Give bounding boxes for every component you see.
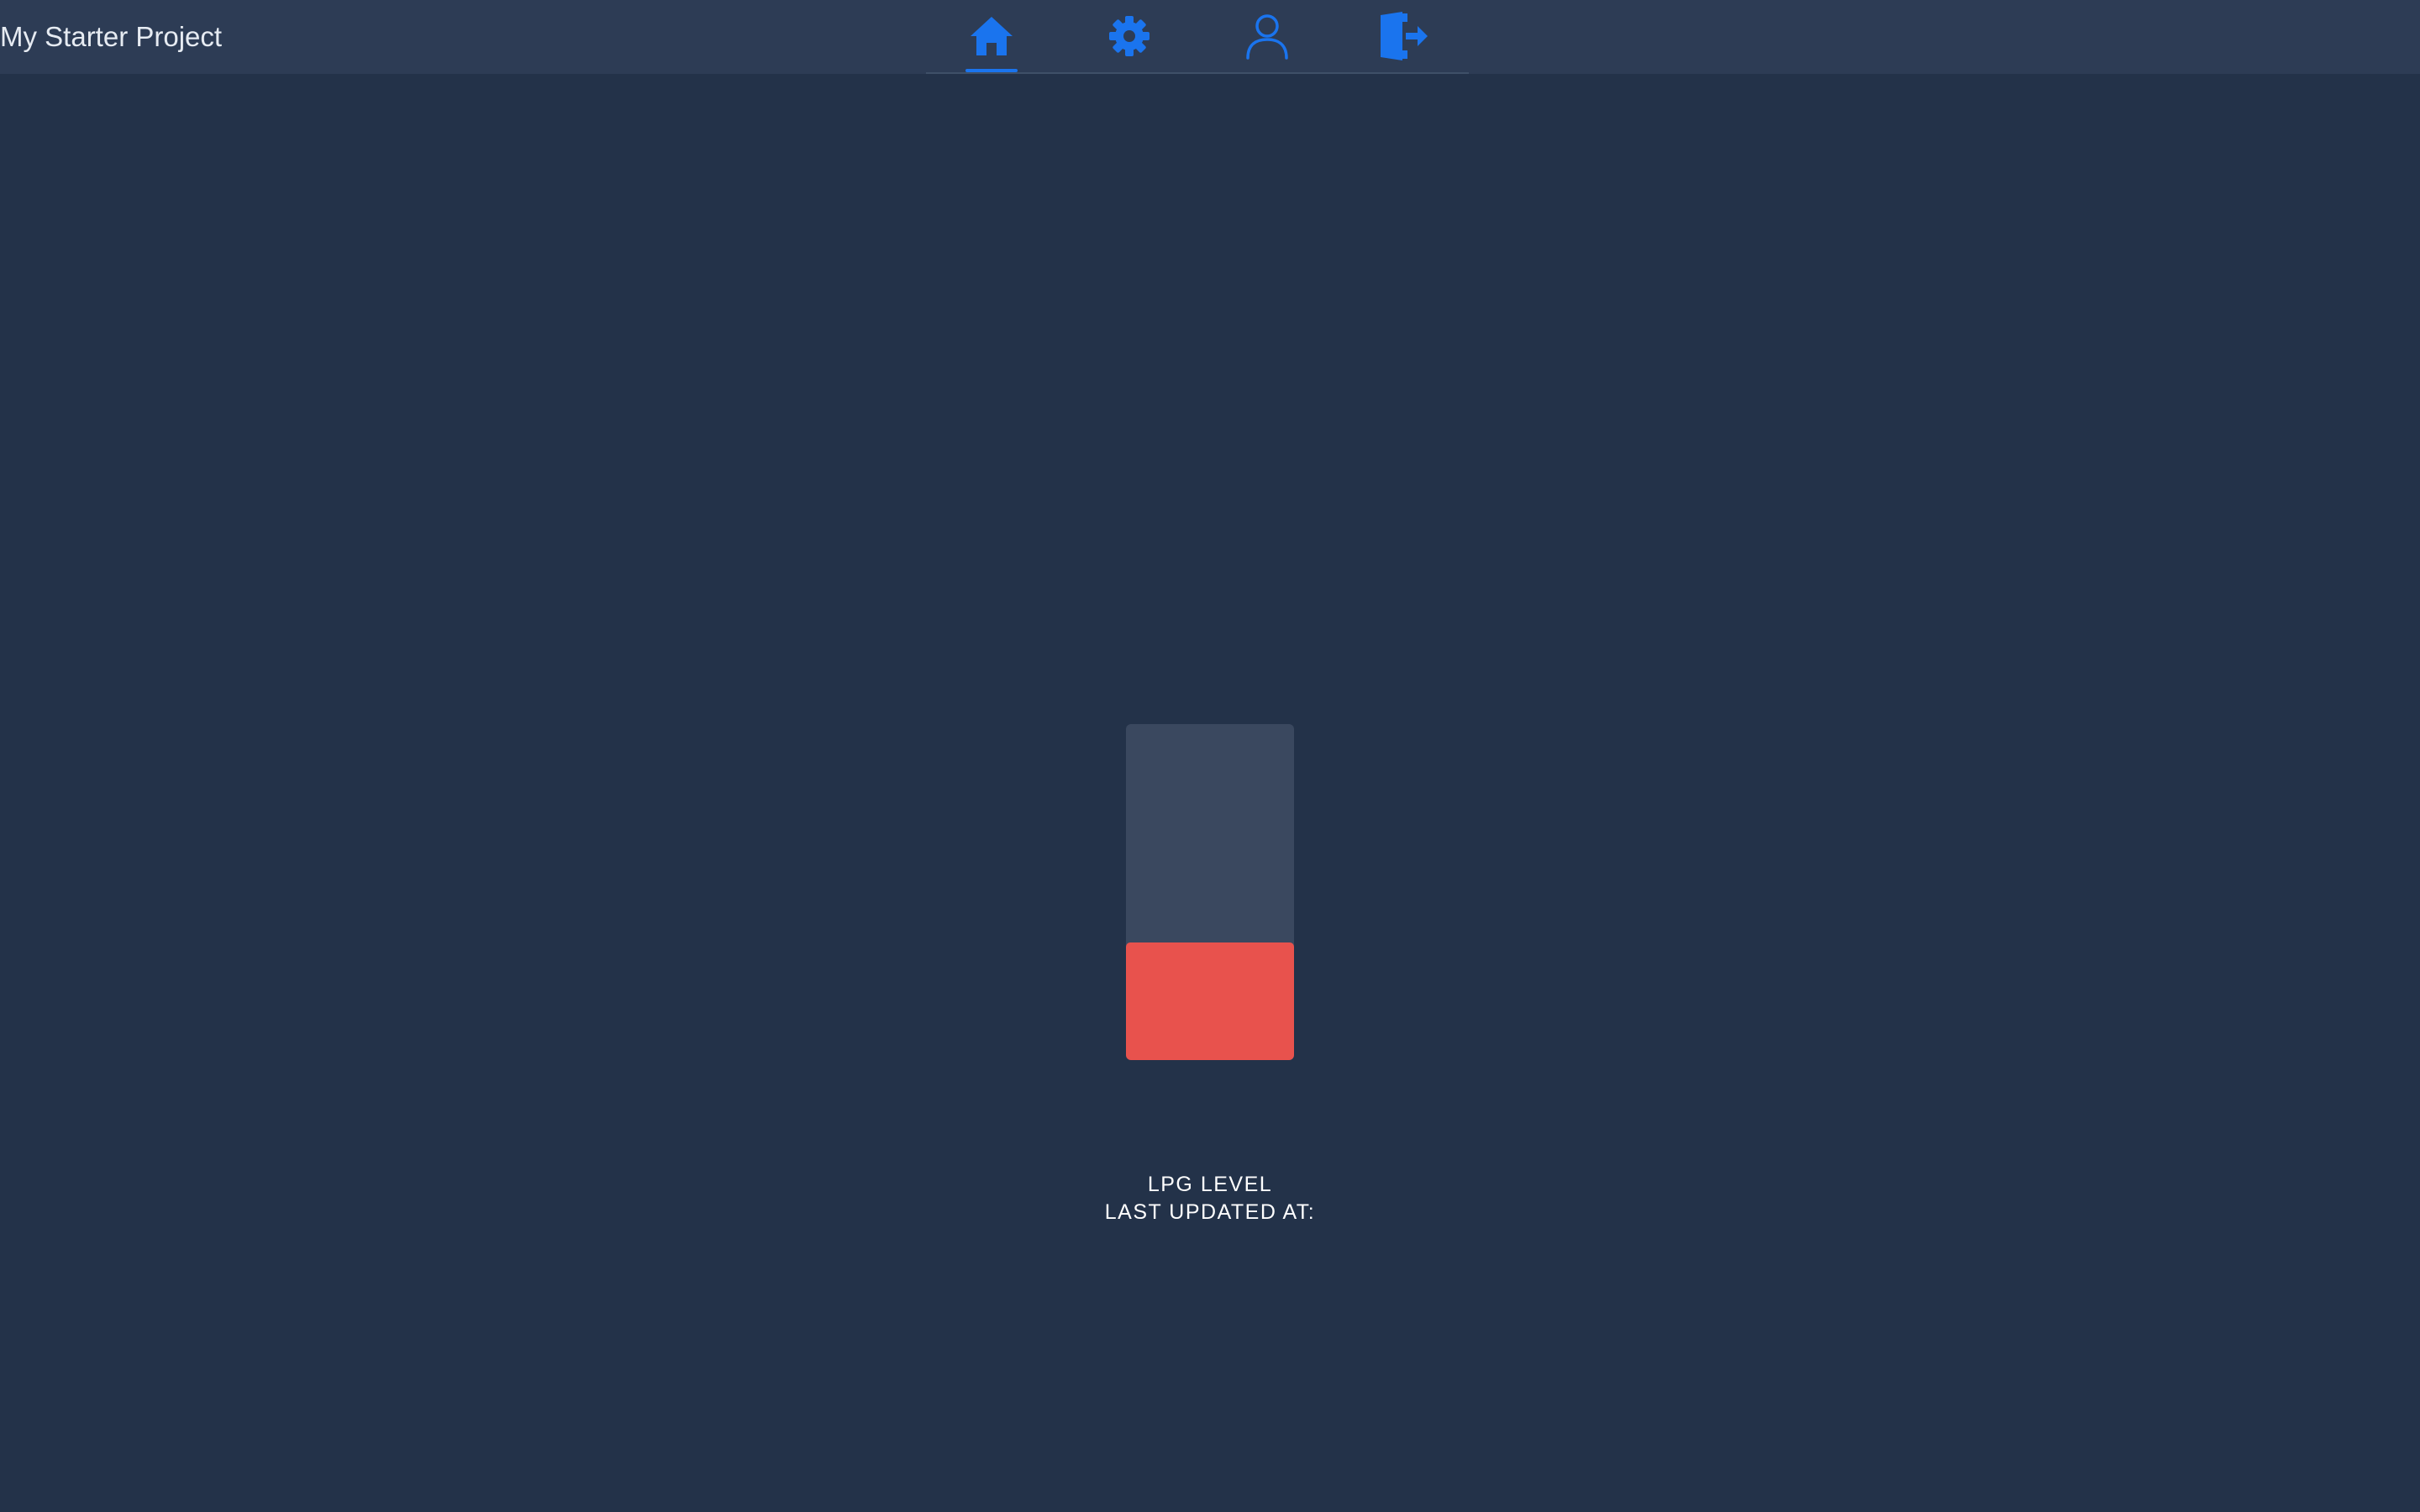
logout-icon xyxy=(1377,10,1429,62)
last-updated-label: LAST UPDATED AT: xyxy=(1104,1200,1316,1224)
lpg-level-gauge xyxy=(1126,724,1294,1060)
gear-icon xyxy=(1107,14,1151,58)
active-tab-indicator xyxy=(965,69,1018,72)
top-bar: My Starter Project xyxy=(0,0,2420,74)
status-caption: LPG LEVEL LAST UPDATED AT: xyxy=(958,1171,1462,1226)
app-title: My Starter Project xyxy=(0,21,223,52)
nav-tabs xyxy=(926,0,1469,74)
lpg-level-label: LPG LEVEL xyxy=(1147,1173,1273,1196)
tab-home[interactable] xyxy=(941,0,1042,72)
tab-settings[interactable] xyxy=(1079,0,1180,72)
tab-profile[interactable] xyxy=(1217,0,1318,72)
tab-logout[interactable] xyxy=(1353,0,1454,72)
user-icon xyxy=(1244,13,1290,60)
home-icon xyxy=(969,15,1014,57)
lpg-level-fill xyxy=(1126,942,1294,1060)
